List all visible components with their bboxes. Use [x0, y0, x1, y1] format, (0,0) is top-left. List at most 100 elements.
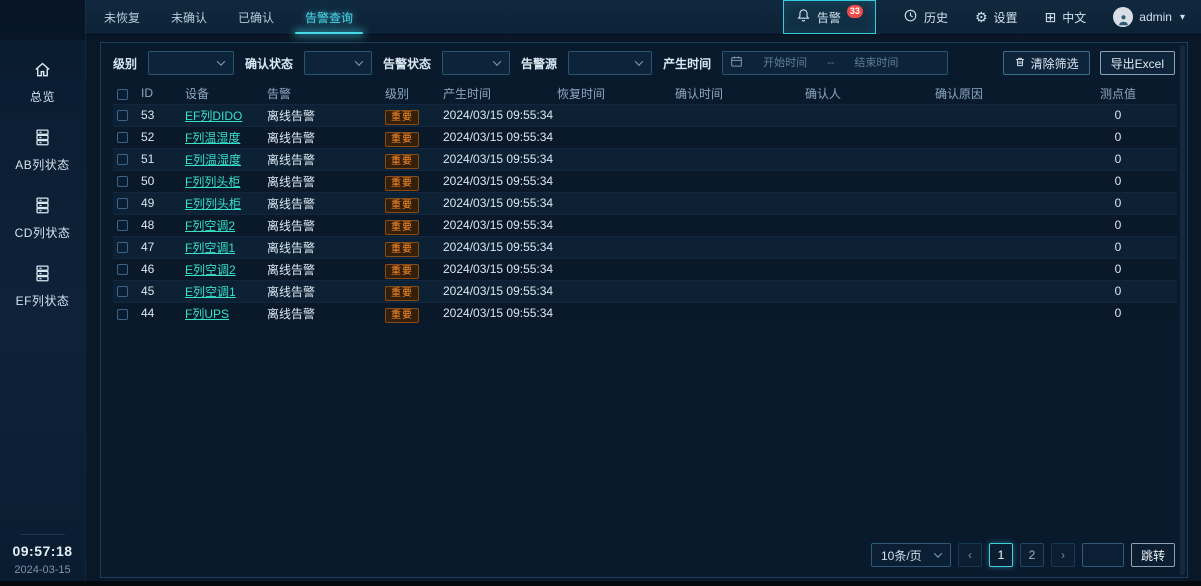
- device-link[interactable]: F列空调2: [185, 219, 235, 233]
- cell-created-time: 2024/03/15 09:55:34: [439, 258, 553, 280]
- sidebar-item-ab-column-status[interactable]: AB列状态: [0, 116, 85, 184]
- cell-id: 45: [137, 280, 181, 302]
- table-row: 49E列列头柜离线告警重要2024/03/15 09:55:340: [113, 192, 1177, 214]
- row-checkbox[interactable]: [117, 286, 128, 297]
- clear-filters-button[interactable]: 清除筛选: [1003, 51, 1090, 75]
- alarm-button[interactable]: 告警 33: [783, 0, 876, 34]
- tab-confirmed[interactable]: 已确认: [236, 0, 276, 34]
- cell-alarm: 离线告警: [263, 214, 381, 236]
- level-badge: 重要: [385, 154, 419, 169]
- settings-label: 设置: [994, 9, 1018, 26]
- device-link[interactable]: E列空调1: [185, 285, 236, 299]
- device-link[interactable]: E列空调2: [185, 263, 236, 277]
- range-separator: --: [827, 57, 834, 69]
- cell-confirm-time: [671, 148, 801, 170]
- pagination: 10条/页 ‹ 12 › 跳转: [871, 543, 1175, 567]
- language-button[interactable]: ⊞ 中文: [1045, 9, 1087, 26]
- cell-confirm-reason: [931, 302, 1059, 324]
- scrollbar[interactable]: [1180, 45, 1185, 575]
- jump-button[interactable]: 跳转: [1131, 543, 1175, 567]
- cell-id: 46: [137, 258, 181, 280]
- table-row: 50F列列头柜离线告警重要2024/03/15 09:55:340: [113, 170, 1177, 192]
- row-checkbox[interactable]: [117, 220, 128, 231]
- row-checkbox[interactable]: [117, 176, 128, 187]
- device-link[interactable]: E列列头柜: [185, 197, 241, 211]
- level-badge: 重要: [385, 308, 419, 323]
- clock: 09:57:18 2024-03-15: [0, 534, 85, 576]
- tab-unconfirmed[interactable]: 未确认: [169, 0, 209, 34]
- row-checkbox[interactable]: [117, 110, 128, 121]
- page-button-2[interactable]: 2: [1020, 543, 1044, 567]
- cell-recover-time: [553, 148, 671, 170]
- cell-point-value: 0: [1059, 214, 1177, 236]
- device-link[interactable]: EF列DIDO: [185, 109, 242, 123]
- row-checkbox[interactable]: [117, 264, 128, 275]
- col-point-value: 测点值: [1059, 83, 1177, 104]
- cell-alarm: 离线告警: [263, 192, 381, 214]
- settings-button[interactable]: ⚙ 设置: [975, 9, 1018, 26]
- clock-time: 09:57:18: [0, 543, 85, 559]
- sidebar-item-cd-column-status[interactable]: CD列状态: [0, 184, 85, 252]
- cell-confirm-time: [671, 280, 801, 302]
- bottom-strip: [0, 581, 1201, 586]
- cell-confirmer: [801, 236, 931, 258]
- alarm-source-select[interactable]: [568, 51, 652, 75]
- cell-point-value: 0: [1059, 104, 1177, 126]
- tab-unrecovered[interactable]: 未恢复: [102, 0, 142, 34]
- export-excel-button[interactable]: 导出Excel: [1100, 51, 1175, 75]
- cell-created-time: 2024/03/15 09:55:34: [439, 126, 553, 148]
- row-checkbox[interactable]: [117, 309, 128, 320]
- table-row: 53EF列DIDO离线告警重要2024/03/15 09:55:340: [113, 104, 1177, 126]
- cell-created-time: 2024/03/15 09:55:34: [439, 214, 553, 236]
- device-link[interactable]: E列温湿度: [185, 153, 241, 167]
- col-created-time: 产生时间: [439, 83, 553, 104]
- cell-confirmer: [801, 280, 931, 302]
- sidebar-item-label: EF列状态: [16, 292, 70, 309]
- date-range-picker[interactable]: --: [722, 51, 948, 75]
- device-link[interactable]: F列列头柜: [185, 175, 240, 189]
- user-menu[interactable]: admin ▾: [1113, 7, 1185, 27]
- device-link[interactable]: F列空调1: [185, 241, 235, 255]
- cell-recover-time: [553, 236, 671, 258]
- filter-bar: 级别 确认状态 告警状态 告警源 产生时间 -- 清除筛选 导出Exc: [101, 43, 1187, 80]
- cell-confirm-reason: [931, 236, 1059, 258]
- cell-confirmer: [801, 258, 931, 280]
- cell-confirm-reason: [931, 170, 1059, 192]
- start-time-input[interactable]: [747, 56, 823, 70]
- col-id: ID: [137, 83, 181, 104]
- sidebar-item-overview[interactable]: 总览: [0, 48, 85, 116]
- device-link[interactable]: F列温湿度: [185, 131, 240, 145]
- trash-icon: [1014, 56, 1026, 71]
- row-checkbox[interactable]: [117, 132, 128, 143]
- level-select[interactable]: [148, 51, 234, 75]
- cell-confirm-time: [671, 170, 801, 192]
- cell-created-time: 2024/03/15 09:55:34: [439, 280, 553, 302]
- row-checkbox[interactable]: [117, 154, 128, 165]
- page-button-1[interactable]: 1: [989, 543, 1013, 567]
- level-badge: 重要: [385, 176, 419, 191]
- username: admin: [1139, 10, 1172, 24]
- level-badge: 重要: [385, 220, 419, 235]
- cell-id: 52: [137, 126, 181, 148]
- page-size-select[interactable]: 10条/页: [871, 543, 951, 567]
- next-page-button[interactable]: ›: [1051, 543, 1075, 567]
- tab-alarm-query[interactable]: 告警查询: [303, 0, 355, 34]
- end-time-input[interactable]: [838, 56, 914, 70]
- confirm-status-select[interactable]: [304, 51, 372, 75]
- jump-page-input[interactable]: [1082, 543, 1124, 567]
- history-button[interactable]: 历史: [903, 8, 948, 26]
- alarm-table: ID 设备 告警 级别 产生时间 恢复时间 确认时间 确认人 确认原因 测点值 …: [113, 83, 1177, 324]
- prev-page-button[interactable]: ‹: [958, 543, 982, 567]
- cell-id: 50: [137, 170, 181, 192]
- rack-icon: [33, 128, 52, 150]
- alarm-status-select[interactable]: [442, 51, 510, 75]
- row-checkbox[interactable]: [117, 198, 128, 209]
- sidebar-item-ef-column-status[interactable]: EF列状态: [0, 252, 85, 320]
- select-all-checkbox[interactable]: [117, 89, 128, 100]
- cell-confirm-time: [671, 258, 801, 280]
- row-checkbox[interactable]: [117, 242, 128, 253]
- cell-recover-time: [553, 214, 671, 236]
- clock-divider: [21, 534, 65, 535]
- device-link[interactable]: F列UPS: [185, 307, 229, 321]
- cell-point-value: 0: [1059, 280, 1177, 302]
